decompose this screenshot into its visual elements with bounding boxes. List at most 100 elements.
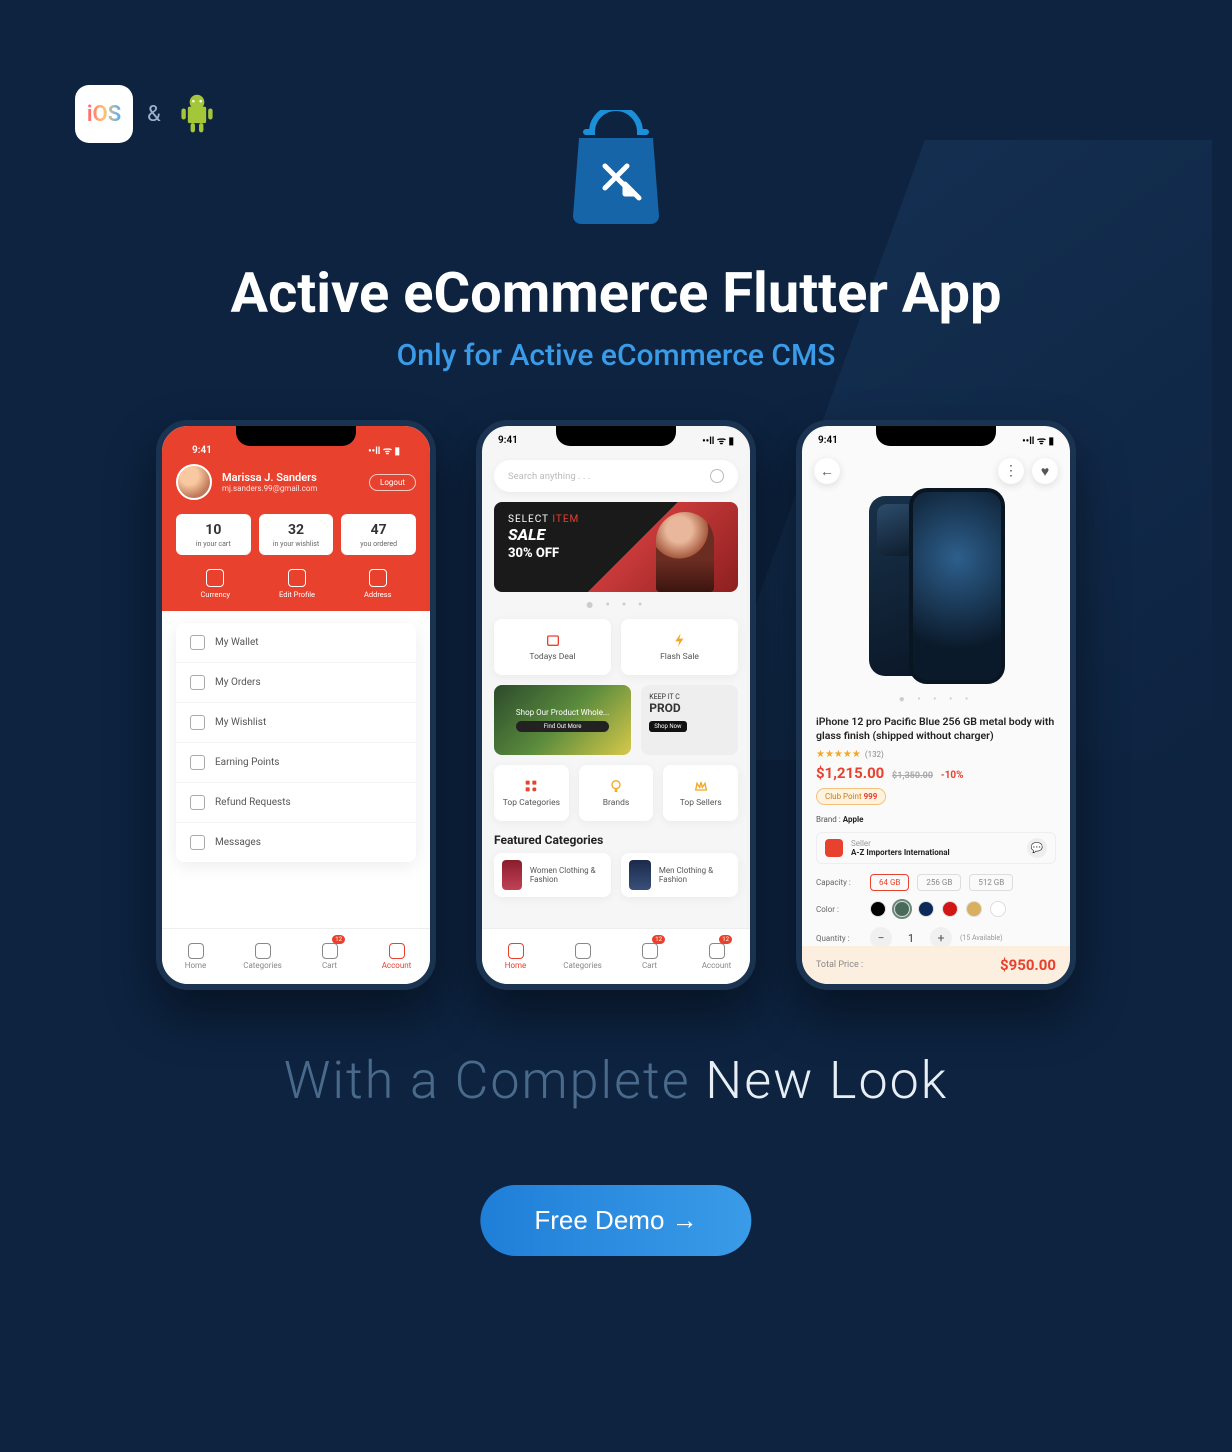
brand-row: Brand : Apple [816,815,1056,824]
color-black[interactable] [870,901,886,917]
tab-home[interactable]: Home [482,929,549,984]
menu-wallet[interactable]: My Wallet [176,623,416,663]
action-edit-profile[interactable]: Edit Profile [279,569,315,599]
grid-icon [575,943,591,959]
cat-women[interactable]: Women Clothing & Fashion [494,853,611,897]
heart-icon [190,715,205,730]
menu-orders[interactable]: My Orders [176,663,416,703]
logout-button[interactable]: Logout [369,474,416,491]
tiles-top: Todays Deal Flash Sale [494,619,738,675]
bulb-icon [608,778,624,794]
pin-icon [369,569,387,587]
user-email: mj.sanders.99@gmail.com [222,484,317,493]
cats-icon [523,778,539,794]
platform-badges: iOS & [75,85,219,143]
cart-badge: 12 [652,935,665,944]
tile-brands[interactable]: Brands [579,765,654,821]
seller-row[interactable]: SellerA-Z Importers International 💬 [816,832,1056,864]
status-time: 9:41 [192,445,212,456]
cap-512[interactable]: 512 GB [969,874,1013,891]
qty-value: 1 [900,932,922,945]
quick-actions: Currency Edit Profile Address [176,569,416,611]
menu-points[interactable]: Earning Points [176,743,416,783]
back-button[interactable]: ← [814,458,840,484]
tab-account[interactable]: Account [363,929,430,984]
stat-cart[interactable]: 10in your cart [176,514,251,555]
flash-icon [672,632,688,648]
tab-categories[interactable]: Categories [229,929,296,984]
cart-icon [322,943,338,959]
tab-cart[interactable]: 12Cart [616,929,683,984]
action-address[interactable]: Address [364,569,392,599]
home-icon [508,943,524,959]
action-currency[interactable]: Currency [200,569,230,599]
product-title: iPhone 12 pro Pacific Blue 256 GB metal … [816,715,1056,743]
price: $1,215.00 [816,764,884,782]
promo-strip: Shop Our Product Whole...Find Out More K… [494,685,738,755]
promo-b[interactable]: KEEP IT CPRODShop Now [641,685,738,755]
image-dots: ● • • • • [802,694,1070,705]
tab-categories[interactable]: Categories [549,929,616,984]
tab-home[interactable]: Home [162,929,229,984]
banner-dots: ● • • • [482,596,750,613]
coin-icon [190,755,205,770]
phone-product: 9:41 ••ll ᯤ ▮ ← ⋮ ♥ ● • • • • iPhone 12 … [796,420,1076,990]
tile-top-categories[interactable]: Top Categories [494,765,569,821]
search-input[interactable]: Search anything . . . [494,460,738,492]
avatar [176,464,212,500]
notch [876,426,996,446]
shopping-bag-icon [561,110,671,234]
section-featured: Featured Categories [494,833,738,847]
ampersand: & [147,102,161,127]
free-demo-button[interactable]: Free Demo → [480,1185,751,1256]
tile-todays-deal[interactable]: Todays Deal [494,619,611,675]
chat-button[interactable]: 💬 [1027,838,1047,858]
orders-icon [190,675,205,690]
color-white[interactable] [990,901,1006,917]
ios-label: iOS [87,102,121,127]
cat-men[interactable]: Men Clothing & Fashion [621,853,738,897]
ios-badge: iOS [75,85,133,143]
page-title: Active eCommerce Flutter App [20,260,1212,326]
cap-256[interactable]: 256 GB [917,874,961,891]
user-header: Marissa J. Sanders mj.sanders.99@gmail.c… [176,464,416,500]
wallet-icon [190,635,205,650]
color-gold[interactable] [966,901,982,917]
total-bar: Total Price : $950.00 [802,946,1070,984]
color-red[interactable] [942,901,958,917]
user-name: Marissa J. Sanders [222,471,317,484]
stat-wishlist[interactable]: 32in your wishlist [259,514,334,555]
color-row: Color : [816,901,1056,917]
color-green[interactable] [894,901,910,917]
banner-model [656,512,714,592]
share-button[interactable]: ⋮ [998,458,1024,484]
home-icon [188,943,204,959]
account-badge: 12 [719,935,732,944]
menu-refunds[interactable]: Refund Requests [176,783,416,823]
phone-mockups: 9:41 ••ll ᯤ ▮ Marissa J. Sanders mj.sand… [20,420,1212,990]
sale-banner[interactable]: SELECT ITEM SALE 30% OFF [494,502,738,592]
page-subtitle: Only for Active eCommerce CMS [20,338,1212,373]
tab-account[interactable]: 12Account [683,929,750,984]
menu-wishlist[interactable]: My Wishlist [176,703,416,743]
phone-account: 9:41 ••ll ᯤ ▮ Marissa J. Sanders mj.sand… [156,420,436,990]
phone-home: 9:41 ••ll ᯤ ▮ Search anything . . . SELE… [476,420,756,990]
old-price: $1,350.00 [892,771,933,781]
status-time: 9:41 [498,435,518,446]
edit-icon [288,569,306,587]
tile-flash-sale[interactable]: Flash Sale [621,619,738,675]
rating: ★★★★★(132) [816,749,1056,760]
status-icons: ••ll ᯤ ▮ [1022,433,1054,447]
promo-a[interactable]: Shop Our Product Whole...Find Out More [494,685,631,755]
price-row: $1,215.00 $1,350.00 -10% [816,764,1056,782]
menu-messages[interactable]: Messages [176,823,416,862]
stat-ordered[interactable]: 47you ordered [341,514,416,555]
favorite-button[interactable]: ♥ [1032,458,1058,484]
status-icons: ••ll ᯤ ▮ [368,443,400,457]
status-icons: ••ll ᯤ ▮ [702,433,734,447]
tile-top-sellers[interactable]: Top Sellers [663,765,738,821]
color-navy[interactable] [918,901,934,917]
tab-cart[interactable]: 12Cart [296,929,363,984]
tagline: With a Complete New Look [20,1050,1212,1111]
cap-64[interactable]: 64 GB [870,874,909,891]
